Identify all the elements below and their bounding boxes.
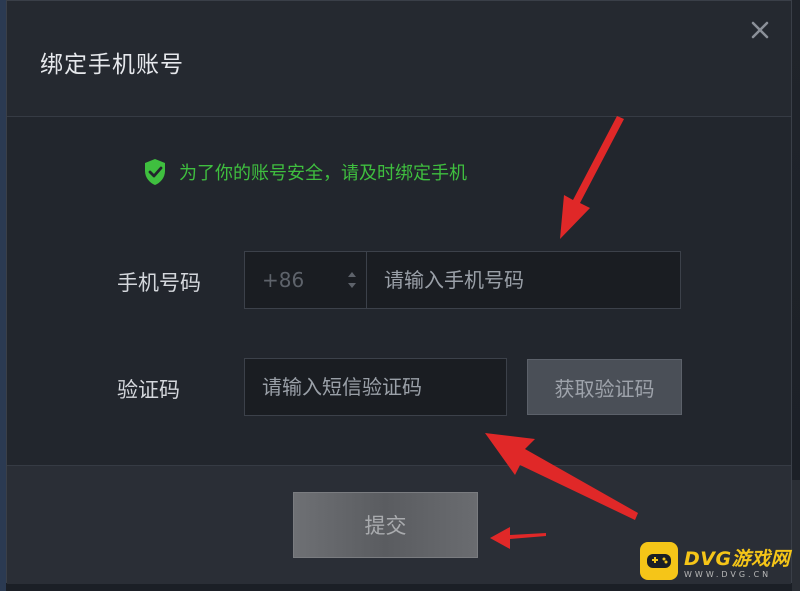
close-icon bbox=[751, 21, 769, 39]
gamepad-icon bbox=[640, 542, 678, 580]
notice-text: 为了你的账号安全，请及时绑定手机 bbox=[179, 163, 467, 184]
dvg-watermark: DVG游戏网 WWW.DVG.CN bbox=[640, 542, 790, 580]
background-app-right-edge bbox=[792, 480, 800, 591]
phone-number-input[interactable] bbox=[367, 252, 680, 308]
verification-code-input[interactable] bbox=[245, 359, 506, 415]
phone-label: 手机号码 bbox=[117, 271, 201, 295]
watermark-url: WWW.DVG.CN bbox=[684, 569, 772, 579]
submit-button[interactable]: 提交 bbox=[293, 492, 478, 558]
country-code-value: +86 bbox=[262, 268, 305, 292]
dialog-header: 绑定手机账号 bbox=[7, 1, 791, 117]
country-code-selector[interactable]: +86 bbox=[245, 252, 367, 308]
verification-input-group bbox=[244, 358, 507, 416]
verification-label: 验证码 bbox=[117, 378, 180, 402]
shield-check-icon bbox=[145, 159, 165, 185]
close-button[interactable] bbox=[747, 17, 773, 43]
get-verification-code-button[interactable]: 获取验证码 bbox=[527, 359, 682, 415]
screen: 绑定手机账号 为了你的账号安全，请及时绑定手机 手机号码 +86 请输入手机号码… bbox=[0, 0, 800, 591]
dialog-body: 为了你的账号安全，请及时绑定手机 手机号码 +86 验证码 获取验证码 bbox=[7, 117, 791, 465]
security-notice: 为了你的账号安全，请及时绑定手机 bbox=[143, 158, 467, 186]
watermark-name: DVG游戏网 bbox=[684, 547, 791, 570]
bind-phone-dialog: 绑定手机账号 为了你的账号安全，请及时绑定手机 手机号码 +86 请输入手机号码… bbox=[6, 0, 792, 584]
phone-input-group: +86 bbox=[244, 251, 681, 309]
dialog-title: 绑定手机账号 bbox=[40, 52, 184, 78]
spinner-arrows-icon[interactable] bbox=[347, 268, 357, 292]
